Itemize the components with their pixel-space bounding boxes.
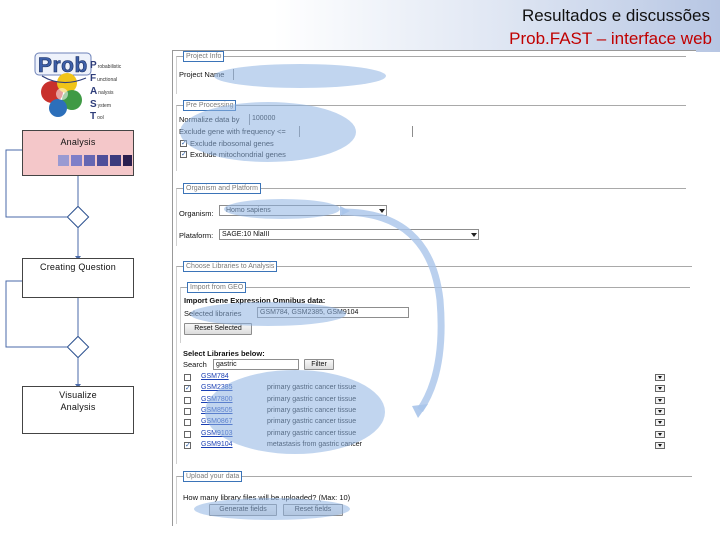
library-name-link[interactable]: GSM9103 <box>201 430 233 437</box>
organism-select-value: Homo sapiens <box>226 207 271 214</box>
fieldset-pre-processing: Pre Processing Normalize data by 100000 … <box>176 100 686 171</box>
project-name-label: Project Name <box>179 70 225 79</box>
platform-label: Plataform: <box>179 231 214 240</box>
fieldset-organism: Organism and Platform Organism: Homo sap… <box>176 183 686 246</box>
fieldset-upload: Upload your data How many library files … <box>176 471 692 524</box>
library-dropdown-icon[interactable] <box>655 396 665 404</box>
library-description: primary gastric cancer tissue <box>267 395 357 403</box>
color-swatch <box>58 155 69 166</box>
library-name-link[interactable]: GSM2385 <box>201 384 233 391</box>
search-input[interactable]: gastric <box>213 359 299 370</box>
color-swatch <box>84 155 95 166</box>
library-name-link[interactable]: GSM7800 <box>201 396 233 403</box>
legend-choose-libraries: Choose Libraries to Analysis <box>183 261 278 272</box>
workflow-step-analysis[interactable]: Analysis <box>22 130 134 176</box>
workflow-step-visualize-analysis[interactable]: Visualize Analysis <box>22 386 134 434</box>
library-name-link[interactable]: GSM9104 <box>201 441 233 448</box>
library-dropdown-icon[interactable] <box>655 430 665 438</box>
color-swatch <box>110 155 121 166</box>
library-checkbox[interactable] <box>184 396 191 404</box>
library-checkbox[interactable] <box>184 419 191 427</box>
search-label: Search <box>183 360 207 369</box>
upload-question: How many library files will be uploaded?… <box>183 493 351 502</box>
library-dropdown-icon[interactable] <box>655 407 665 415</box>
library-checkbox[interactable] <box>184 430 191 438</box>
library-description: primary gastric cancer tissue <box>267 429 357 437</box>
workflow-step-visualize-label-1: Visualize <box>59 390 97 400</box>
chevron-down-icon <box>471 233 477 237</box>
slide-subtitle: Prob.FAST – interface web <box>509 29 712 48</box>
legend-pre-processing: Pre Processing <box>183 100 237 111</box>
organism-label: Organism: <box>179 209 214 218</box>
library-description: primary gastric cancer tissue <box>267 406 357 414</box>
generate-fields-button[interactable]: Generate fields <box>209 504 277 516</box>
color-swatch <box>97 155 108 166</box>
legend-import-geo: Import from GEO <box>187 282 247 293</box>
color-swatch <box>123 155 132 166</box>
color-swatch <box>71 155 82 166</box>
library-description: primary gastric cancer tissue <box>267 418 357 426</box>
library-dropdown-icon[interactable] <box>655 385 665 393</box>
library-dropdown-icon[interactable] <box>655 441 665 449</box>
workflow-step-analysis-label: Analysis <box>60 137 96 147</box>
library-checkbox[interactable] <box>184 374 191 381</box>
exclude-mito-label: Exclude mitochondrial genes <box>190 150 286 159</box>
import-geo-title: Import Gene Expression Omnibus data: <box>184 296 326 305</box>
library-checkbox[interactable] <box>184 407 191 415</box>
workflow-step-creating-question-label: Creating Question <box>40 262 116 272</box>
library-checkbox[interactable]: ✓ <box>184 441 191 449</box>
library-dropdown-icon[interactable] <box>655 419 665 427</box>
select-libraries-title: Select Libraries below: <box>183 349 265 358</box>
project-name-input[interactable] <box>233 69 353 80</box>
exclude-mito-checkbox[interactable]: ✓ <box>180 151 187 158</box>
platform-select-value: SAGE:10 NlaIII <box>222 231 270 238</box>
workflow-step-visualize-label-2: Analysis <box>60 402 96 412</box>
exclude-ribosomal-label: Exclude ribosomal genes <box>190 139 274 148</box>
fieldset-choose-libraries: Choose Libraries to Analysis Import from… <box>176 261 692 464</box>
normalize-label: Normalize data by <box>179 115 240 124</box>
exclude-frequency-label: Exclude gene with frequency <= <box>179 127 286 136</box>
legend-organism: Organism and Platform <box>183 183 261 194</box>
chevron-down-icon <box>379 209 385 213</box>
filter-button[interactable]: Filter <box>304 359 334 370</box>
web-form-panel: Project Info Project Name Pre Processing… <box>172 50 696 526</box>
legend-upload: Upload your data <box>183 471 243 482</box>
library-description: primary gastric cancer tissue <box>267 384 357 392</box>
reset-selected-button[interactable]: Reset Selected <box>184 323 252 335</box>
normalize-input[interactable]: 100000 <box>249 114 297 125</box>
library-name-link[interactable]: GSM0867 <box>201 418 233 425</box>
library-checkbox[interactable]: ✓ <box>184 385 191 393</box>
platform-select[interactable]: SAGE:10 NlaIII <box>219 229 479 240</box>
library-name-link[interactable]: GSM8505 <box>201 407 233 414</box>
library-description: metastasis from gastric cancer <box>267 440 362 448</box>
slide-title: Resultados e discussões <box>521 6 710 25</box>
fieldset-import-geo: Import from GEO Import Gene Expression O… <box>180 282 690 343</box>
workflow-step-creating-question[interactable]: Creating Question <box>22 258 134 298</box>
organism-select[interactable]: Homo sapiens <box>219 205 387 216</box>
fieldset-project-info: Project Info Project Name <box>176 51 686 94</box>
selected-libraries-input[interactable]: GSM784, GSM2385, GSM9104 <box>257 307 409 318</box>
exclude-frequency-input[interactable] <box>299 126 413 137</box>
selected-libraries-label: Selected libraries <box>184 309 242 318</box>
library-name-link[interactable]: GSM784 <box>201 373 229 380</box>
reset-fields-button[interactable]: Reset fields <box>283 504 343 516</box>
library-dropdown-icon[interactable] <box>655 374 665 381</box>
exclude-ribosomal-checkbox[interactable]: ✓ <box>180 140 187 147</box>
legend-project-info: Project Info <box>183 51 225 62</box>
